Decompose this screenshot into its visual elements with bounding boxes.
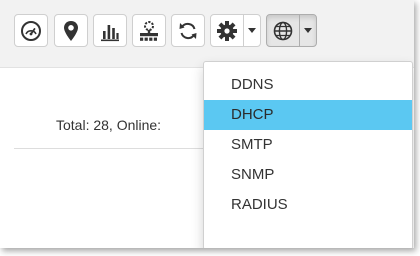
network-services-button[interactable] <box>267 15 300 46</box>
network-services-dropdown[interactable] <box>266 14 317 47</box>
network-services-menu: DDNS DHCP SMTP SNMP RADIUS <box>203 61 413 248</box>
refresh-button[interactable] <box>171 14 205 47</box>
refresh-icon <box>179 22 197 39</box>
toolbar <box>0 0 414 68</box>
menu-item-smtp[interactable]: SMTP <box>204 130 412 160</box>
network-device-icon <box>140 20 158 41</box>
device-summary-text: Total: 28, Online: <box>56 117 162 133</box>
app-window: Total: 28, Online: DDNS DHCP SMTP SNMP R… <box>0 0 414 248</box>
settings-button[interactable] <box>211 15 244 46</box>
network-services-caret[interactable] <box>300 15 316 46</box>
menu-item-ddns[interactable]: DDNS <box>204 70 412 100</box>
statistics-button[interactable] <box>93 14 127 47</box>
menu-item-radius[interactable]: RADIUS <box>204 190 412 220</box>
location-pin-icon <box>64 20 78 41</box>
dashboard-gauge-icon <box>21 20 41 41</box>
bar-chart-icon <box>101 24 119 41</box>
settings-caret[interactable] <box>244 15 260 46</box>
menu-item-snmp[interactable]: SNMP <box>204 160 412 190</box>
map-button[interactable] <box>54 14 88 47</box>
gear-icon <box>217 20 237 41</box>
settings-dropdown[interactable] <box>210 14 261 47</box>
globe-icon <box>273 21 293 40</box>
caret-down-icon <box>248 28 256 33</box>
menu-item-dhcp[interactable]: DHCP <box>204 100 412 130</box>
dashboard-button[interactable] <box>14 14 48 47</box>
devices-button[interactable] <box>132 14 166 47</box>
caret-down-icon <box>304 28 312 33</box>
divider <box>14 148 210 149</box>
